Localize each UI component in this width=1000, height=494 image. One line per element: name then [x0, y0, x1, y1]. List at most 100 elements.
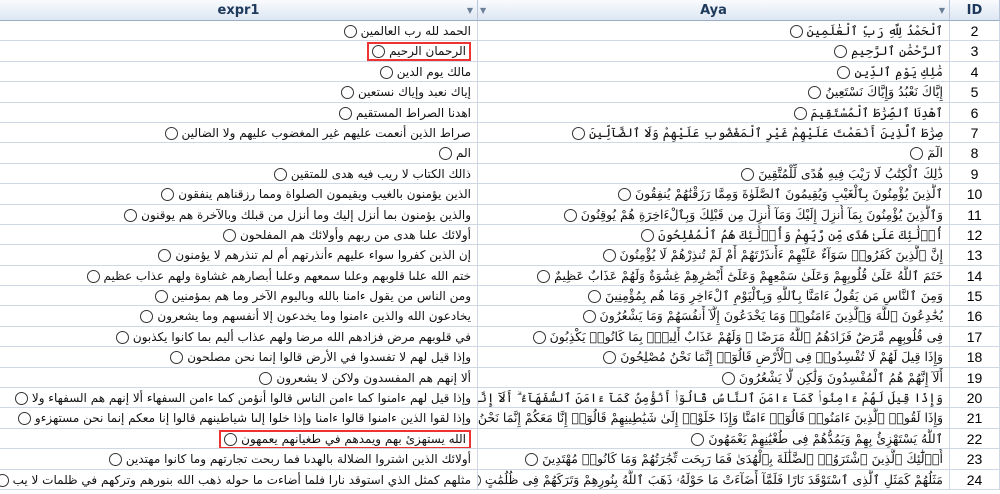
cell-id[interactable]: 7	[950, 122, 1000, 144]
table-row[interactable]: الذين يؤمنون بالغيب ويقيمون الصلواة ومما…	[0, 184, 1000, 205]
table-row[interactable]: الحمد لله رب العالمين ٱلْحَمْدُ لِلَّهِ ر…	[0, 21, 1000, 42]
circle-mark-icon	[372, 45, 386, 59]
cell-aya[interactable]: وَإِذَا قِيلَ لَهُمْ لَا تُفْسِدُوا۟ فِى…	[478, 347, 950, 368]
cell-expr1[interactable]: ألا إنهم هم المفسدون ولاكن لا يشعرون	[0, 367, 478, 389]
cell-expr1[interactable]: أولائك الذين اشتروا الضلالة بالهدىا فما …	[0, 449, 478, 470]
table-row[interactable]: مالك يوم الدين مَٰلِكِ يَوْمِ ٱلدِّينِ 4	[0, 61, 1000, 83]
cell-aya[interactable]: ٱهْدِنَا ٱلصِّرَٰطَ ٱلْمُسْتَقِيمَ	[478, 102, 950, 123]
cell-expr1[interactable]: مثلهم كمثل الذي استوقد نارا فلما أضاءت م…	[0, 469, 478, 490]
column-header-expr1[interactable]: expr1 ▼	[0, 0, 478, 21]
cell-expr1[interactable]: الذين يؤمنون بالغيب ويقيمون الصلواة ومما…	[0, 184, 478, 205]
cell-aya[interactable]: إِيَّاكَ نَعْبُدُ وَإِيَّاكَ نَسْتَعِينُ	[478, 82, 950, 103]
sort-dropdown-icon[interactable]: ▼	[467, 6, 473, 15]
cell-aya[interactable]: فِى قُلُوبِهِم مَّرَضٌ فَزَادَهُمُ ٱللَّ…	[478, 326, 950, 348]
cell-expr1[interactable]: والذين يؤمنون بما أنزل إليك وما أنزل من …	[0, 204, 478, 225]
cell-id[interactable]: 5	[950, 82, 1000, 103]
cell-expr1[interactable]: إن الذين كفروا سواء عليهم ءأنذرتهم أم لم…	[0, 245, 478, 266]
cell-id[interactable]: 6	[950, 102, 1000, 123]
cell-id[interactable]: 11	[950, 204, 1000, 225]
cell-aya[interactable]: مَثَلُهُمْ كَمَثَلِ ٱلَّذِى ٱسْتَوْقَدَ …	[478, 469, 950, 490]
cell-expr1[interactable]: ومن الناس من يقول ءامنا بالله وباليوم ال…	[0, 286, 478, 307]
cell-expr1[interactable]: ختم الله علىا قلوبهم وعلىا سمعهم وعلىا أ…	[0, 265, 478, 287]
cell-id[interactable]: 4	[950, 61, 1000, 83]
cell-id[interactable]: 21	[950, 408, 1000, 429]
cell-id[interactable]: 23	[950, 449, 1000, 470]
cell-id[interactable]: 10	[950, 184, 1000, 205]
table-row[interactable]: الم الٓمٓ 8	[0, 143, 1000, 164]
sort-dropdown-icon[interactable]: ▼	[939, 6, 945, 15]
cell-expr1[interactable]: الحمد لله رب العالمين	[0, 21, 478, 42]
cell-id[interactable]: 12	[950, 224, 1000, 246]
cell-aya[interactable]: ٱلرَّحْمَٰنِ ٱلرَّحِيمِ	[478, 41, 950, 62]
cell-expr1[interactable]: ذالك الكتاب لا ريب فيه هدى للمتقين	[0, 163, 478, 185]
cell-aya[interactable]: وَمِنَ ٱلنَّاسِ مَن يَقُولُ ءَامَنَّا بِ…	[478, 286, 950, 307]
cell-expr1[interactable]: أولائك علىا هدى من ربهم وأولائك هم المفل…	[0, 224, 478, 246]
table-row[interactable]: ومن الناس من يقول ءامنا بالله وباليوم ال…	[0, 286, 1000, 307]
table-row[interactable]: أولائك علىا هدى من ربهم وأولائك هم المفل…	[0, 224, 1000, 246]
table-row[interactable]: ذالك الكتاب لا ريب فيه هدى للمتقين ذَٰلِك…	[0, 163, 1000, 185]
cell-expr1[interactable]: يخادعون الله والذين ءامنوا وما يخدعون إل…	[0, 306, 478, 327]
highlighted-text: الرحمان الرحيم	[367, 42, 471, 61]
column-header-id[interactable]: ID	[950, 0, 1000, 21]
table-row[interactable]: في قلوبهم مرض فزادهم الله مرضا ولهم عذاب…	[0, 326, 1000, 348]
cell-expr1[interactable]: مالك يوم الدين	[0, 61, 478, 83]
cell-aya[interactable]: مَٰلِكِ يَوْمِ ٱلدِّينِ	[478, 61, 950, 83]
table-row[interactable]: وإذا قيل لهم ءامنوا كما ءامن الناس قالوا…	[0, 388, 1000, 409]
cell-expr1[interactable]: إياك نعبد وإياك نستعين	[0, 82, 478, 103]
cell-aya[interactable]: ٱلَّذِينَ يُؤْمِنُونَ بِٱلْغَيْبِ وَيُقِ…	[478, 184, 950, 205]
cell-expr1[interactable]: وإذا قيل لهم لا تفسدوا في الأرض قالوا إن…	[0, 347, 478, 368]
table-row[interactable]: الرحمان الرحيم ٱلرَّحْمَٰنِ ٱلرَّحِيمِ 3	[0, 41, 1000, 62]
cell-expr1[interactable]: وإذا قيل لهم ءامنوا كما ءامن الناس قالوا…	[0, 388, 478, 409]
cell-expr1[interactable]: صراط الذين أنعمت عليهم غير المغضوب عليهم…	[0, 122, 478, 144]
cell-aya[interactable]: أُو۟لَٰٓئِكَ عَلَىٰ هُدًى مِّن رَّبِّهِم…	[478, 224, 950, 246]
cell-aya[interactable]: ٱللَّهُ يَسْتَهْزِئُ بِهِمْ وَيَمُدُّهُم…	[478, 428, 950, 450]
cell-expr1[interactable]: الله يستهزئ بهم ويمدهم في طغيانهم يعمهون	[0, 428, 478, 450]
table-row[interactable]: يخادعون الله والذين ءامنوا وما يخدعون إل…	[0, 306, 1000, 327]
cell-aya[interactable]: وَإِذَا قِيلَ لَهُمْ ءَامِنُوا۟ كَمَآ ءَ…	[478, 388, 950, 409]
cell-aya[interactable]: ذَٰلِكَ ٱلْكِتَٰبُ لَا رَيْبَ فِيهِ هُدً…	[478, 163, 950, 185]
cell-aya[interactable]: أَلَآ إِنَّهُمْ هُمُ ٱلْمُفْسِدُونَ وَلَ…	[478, 367, 950, 389]
cell-id[interactable]: 22	[950, 428, 1000, 450]
table-row[interactable]: الله يستهزئ بهم ويمدهم في طغيانهم يعمهون…	[0, 428, 1000, 450]
table-row[interactable]: والذين يؤمنون بما أنزل إليك وما أنزل من …	[0, 204, 1000, 225]
cell-id[interactable]: 3	[950, 41, 1000, 62]
table-row[interactable]: ألا إنهم هم المفسدون ولاكن لا يشعرون أَلَ…	[0, 367, 1000, 389]
cell-aya[interactable]: إِنَّ ٱلَّذِينَ كَفَرُوا۟ سَوَآءٌ عَلَيْ…	[478, 245, 950, 266]
cell-id[interactable]: 24	[950, 469, 1000, 490]
table-row[interactable]: إن الذين كفروا سواء عليهم ءأنذرتهم أم لم…	[0, 245, 1000, 266]
table-row[interactable]: أولائك الذين اشتروا الضلالة بالهدىا فما …	[0, 449, 1000, 470]
cell-expr1[interactable]: اهدنا الصراط المستقيم	[0, 102, 478, 123]
cell-id[interactable]: 15	[950, 286, 1000, 307]
table-row[interactable]: مثلهم كمثل الذي استوقد نارا فلما أضاءت م…	[0, 469, 1000, 490]
cell-aya[interactable]: أُو۟لَٰٓئِكَ ٱلَّذِينَ ٱشْتَرَوُا۟ ٱلضَّ…	[478, 449, 950, 470]
cell-id[interactable]: 9	[950, 163, 1000, 185]
table-row[interactable]: ختم الله علىا قلوبهم وعلىا سمعهم وعلىا أ…	[0, 265, 1000, 287]
table-row[interactable]: إياك نعبد وإياك نستعين إِيَّاكَ نَعْبُدُ …	[0, 82, 1000, 103]
table-row[interactable]: وإذا لقوا الذين ءامنوا قالوا ءامنا وإذا …	[0, 408, 1000, 429]
cell-id[interactable]: 17	[950, 326, 1000, 348]
cell-aya[interactable]: صِرَٰطَ ٱلَّذِينَ أَنْعَمْتَ عَلَيْهِمْ …	[478, 122, 950, 144]
cell-id[interactable]: 20	[950, 388, 1000, 409]
cell-expr1[interactable]: الم	[0, 143, 478, 164]
cell-aya[interactable]: يُخَٰدِعُونَ ٱللَّهَ وَٱلَّذِينَ ءَامَنُ…	[478, 306, 950, 327]
cell-id[interactable]: 16	[950, 306, 1000, 327]
cell-id[interactable]: 19	[950, 367, 1000, 389]
sort-dropdown-icon[interactable]: ▼	[480, 6, 486, 15]
cell-expr1[interactable]: وإذا لقوا الذين ءامنوا قالوا ءامنا وإذا …	[0, 408, 478, 429]
cell-aya[interactable]: الٓمٓ	[478, 143, 950, 164]
cell-aya[interactable]: وَإِذَا لَقُوا۟ ٱلَّذِينَ ءَامَنُوا۟ قَا…	[478, 408, 950, 429]
table-row[interactable]: وإذا قيل لهم لا تفسدوا في الأرض قالوا إن…	[0, 347, 1000, 368]
cell-id[interactable]: 8	[950, 143, 1000, 164]
table-row[interactable]: صراط الذين أنعمت عليهم غير المغضوب عليهم…	[0, 122, 1000, 144]
cell-id[interactable]: 14	[950, 265, 1000, 287]
table-row[interactable]: اهدنا الصراط المستقيم ٱهْدِنَا ٱلصِّرَٰطَ…	[0, 102, 1000, 123]
cell-aya[interactable]: وَٱلَّذِينَ يُؤْمِنُونَ بِمَآ أُنزِلَ إِ…	[478, 204, 950, 225]
cell-id[interactable]: 18	[950, 347, 1000, 368]
cell-expr1[interactable]: في قلوبهم مرض فزادهم الله مرضا ولهم عذاب…	[0, 326, 478, 348]
cell-id[interactable]: 13	[950, 245, 1000, 266]
column-header-aya[interactable]: ▼ Aya ▼	[478, 0, 950, 21]
cell-aya[interactable]: خَتَمَ ٱللَّهُ عَلَىٰ قُلُوبِهِمْ وَعَلَ…	[478, 265, 950, 287]
cell-aya[interactable]: ٱلْحَمْدُ لِلَّهِ رَبِّ ٱلْعَٰلَمِينَ	[478, 21, 950, 42]
cell-id[interactable]: 2	[950, 21, 1000, 42]
cell-expr1[interactable]: الرحمان الرحيم	[0, 41, 478, 62]
